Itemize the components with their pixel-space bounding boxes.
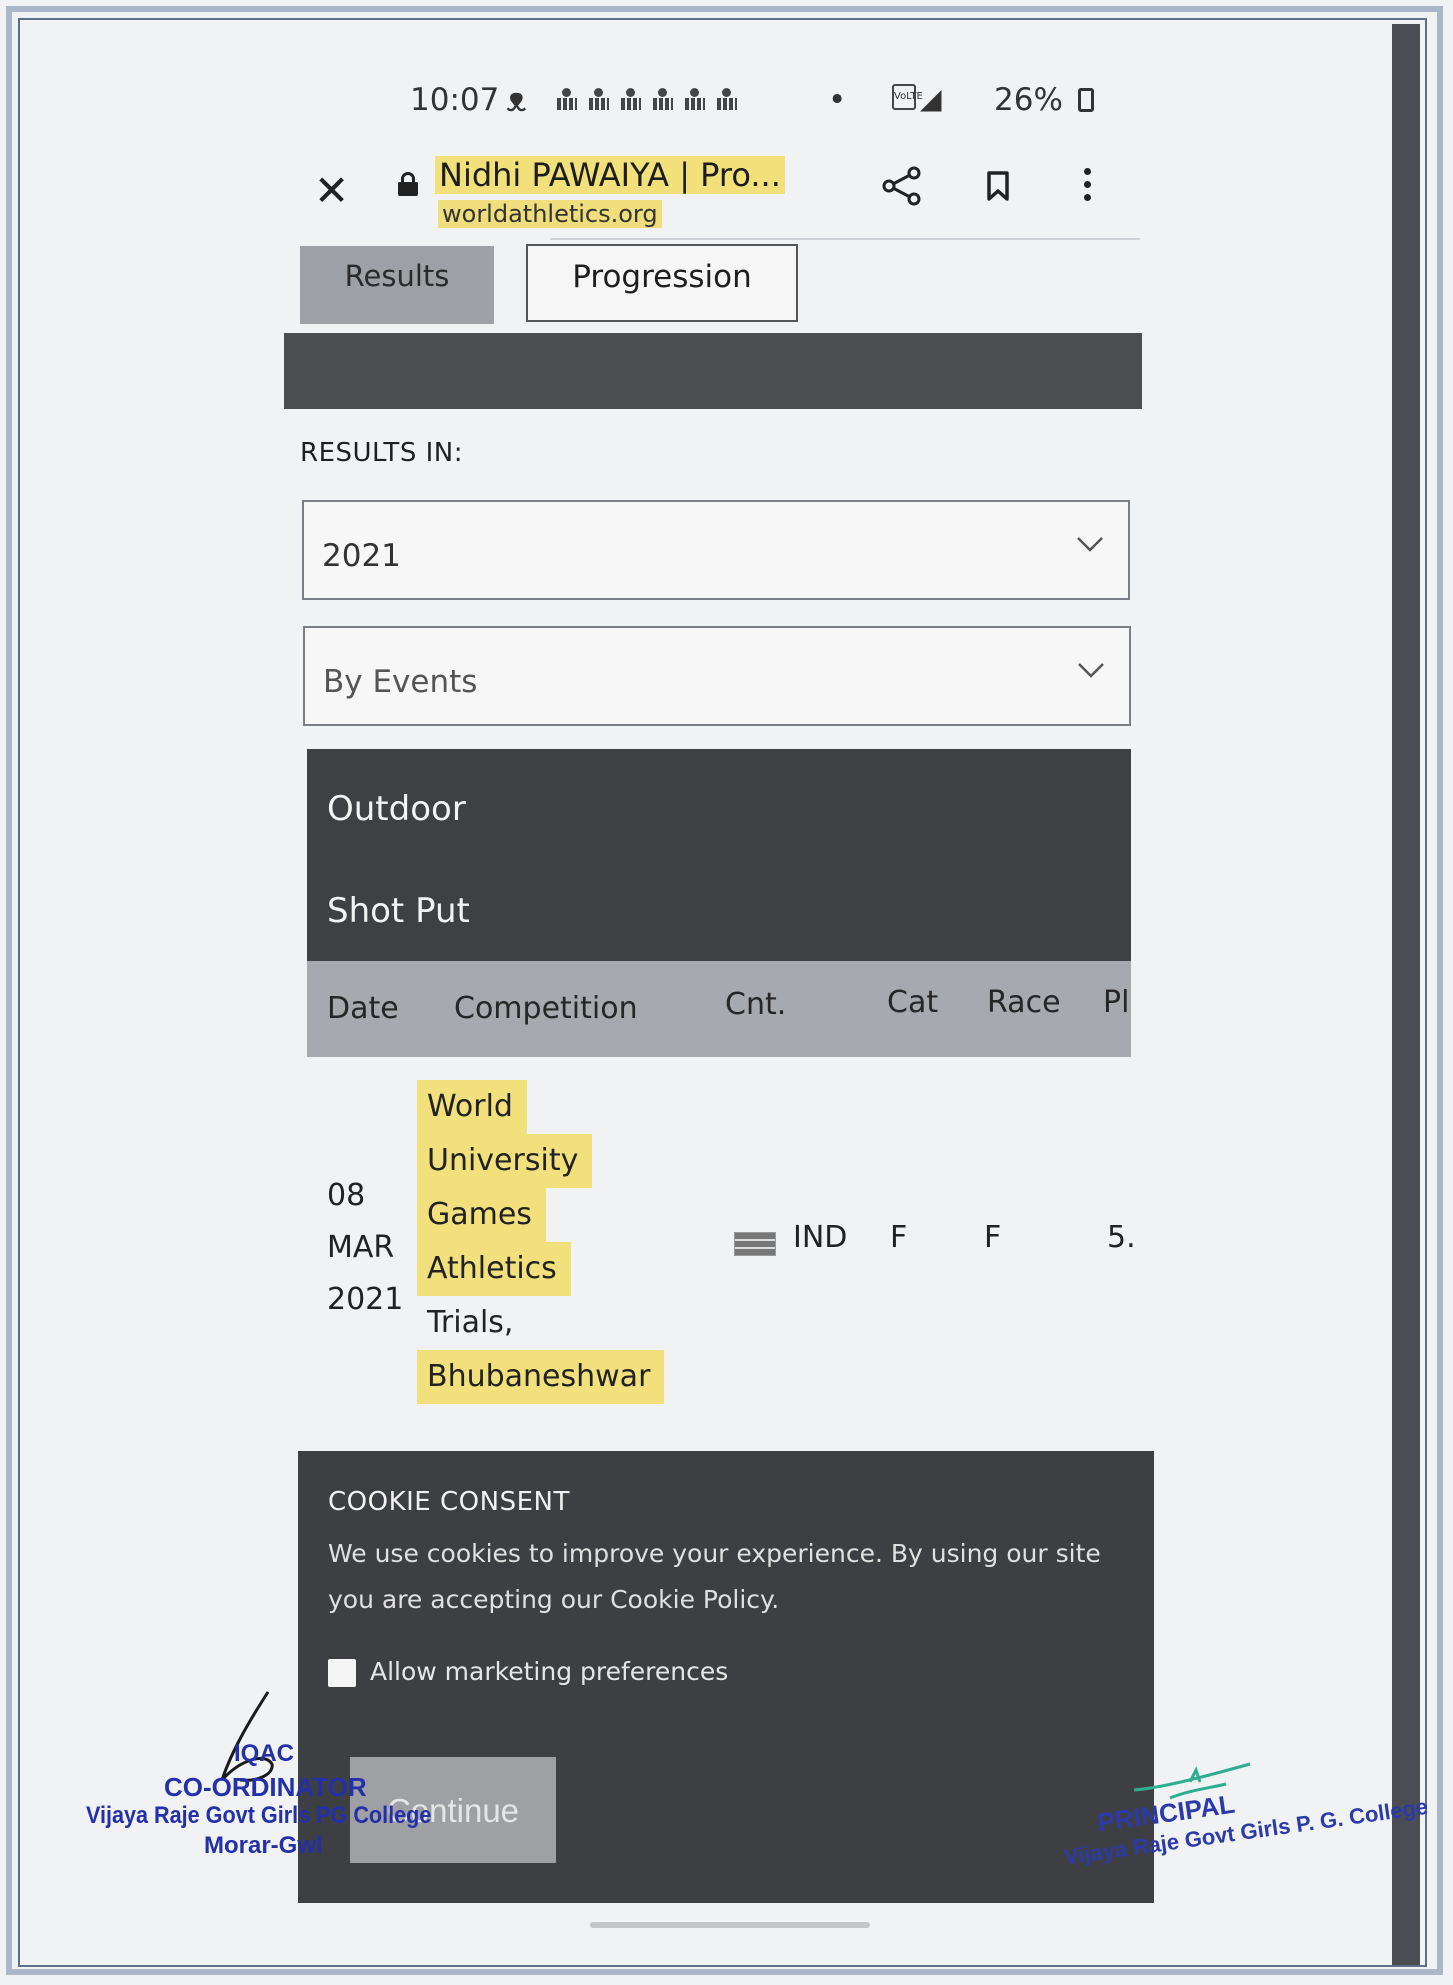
group-by-select-value: By Events (323, 664, 478, 700)
chevron-down-icon (1076, 534, 1103, 560)
group-by-select[interactable]: By Events (303, 626, 1131, 726)
environment-label: Outdoor (327, 789, 466, 829)
notification-icon (556, 88, 578, 112)
sim-icon: VoLTE (892, 84, 923, 110)
notification-icons (556, 88, 738, 112)
year-select-value: 2021 (322, 538, 401, 574)
event-label: Shot Put (327, 891, 470, 931)
year-select[interactable]: 2021 (302, 500, 1130, 600)
result-place: 5. (1107, 1220, 1136, 1255)
result-date: 08 MAR 2021 (327, 1178, 404, 1317)
more-notifications-icon: • (828, 82, 847, 118)
accessibility-icon: ᴥ (506, 80, 527, 120)
notification-icon (620, 88, 642, 112)
status-bar: 10:07 ᴥ • VoLTE ◢ 26% (410, 78, 1100, 128)
notification-icon (716, 88, 738, 112)
iqac-stamp: IQAC CO-ORDINATOR Vijaya Raje Govt Girls… (86, 1740, 432, 1859)
chevron-down-icon (1077, 660, 1104, 686)
column-place: Pl (1103, 985, 1130, 1020)
column-race: Race (987, 985, 1061, 1020)
home-indicator[interactable] (590, 1922, 870, 1928)
browser-toolbar: ✕ Nidhi PAWAIYA | Pro... worldathletics.… (300, 150, 1140, 240)
section-header-band (284, 333, 1142, 409)
result-race: F (984, 1220, 1002, 1255)
column-country: Cnt. (725, 987, 787, 1022)
marketing-checkbox-label[interactable]: Allow marketing preferences (370, 1657, 728, 1686)
notification-icon (652, 88, 674, 112)
scan-edge-shadow (1392, 24, 1420, 1965)
cookie-title: COOKIE CONSENT (328, 1487, 570, 1517)
cookie-text: We use cookies to improve your experienc… (328, 1539, 1101, 1614)
result-competition[interactable]: World University Games Athletics Trials,… (417, 1080, 665, 1404)
battery-icon (1078, 88, 1094, 112)
battery-percent: 26% (994, 82, 1063, 118)
results-table-header: Outdoor Shot Put (307, 749, 1131, 961)
notification-icon (588, 88, 610, 112)
table-column-headers: Date Competition Cnt. Cat Race Pl (307, 961, 1131, 1057)
tab-progression[interactable]: Progression (526, 244, 798, 322)
close-icon[interactable]: ✕ (314, 166, 349, 215)
marketing-checkbox[interactable] (328, 1659, 356, 1687)
lock-icon[interactable] (398, 172, 418, 196)
tab-results[interactable]: Results (300, 246, 494, 324)
page-domain[interactable]: worldathletics.org (438, 200, 662, 228)
bookmark-icon[interactable] (986, 170, 1010, 202)
notification-icon (684, 88, 706, 112)
results-in-label: RESULTS IN: (300, 438, 463, 468)
share-icon[interactable] (880, 166, 924, 206)
column-competition: Competition (454, 991, 638, 1026)
india-flag-icon (734, 1232, 776, 1256)
page-title[interactable]: Nidhi PAWAIYA | Pro... (435, 156, 785, 194)
toolbar-divider (550, 238, 1140, 240)
result-cat: F (890, 1220, 908, 1255)
signal-icon: ◢ (920, 82, 942, 115)
result-country: IND (793, 1220, 848, 1255)
column-cat: Cat (887, 985, 939, 1020)
table-row[interactable]: 08 MAR 2021 World University Games Athle… (307, 1080, 1137, 1410)
column-date: Date (327, 991, 399, 1026)
more-options-icon[interactable] (1084, 168, 1094, 204)
status-time: 10:07 (410, 82, 500, 118)
